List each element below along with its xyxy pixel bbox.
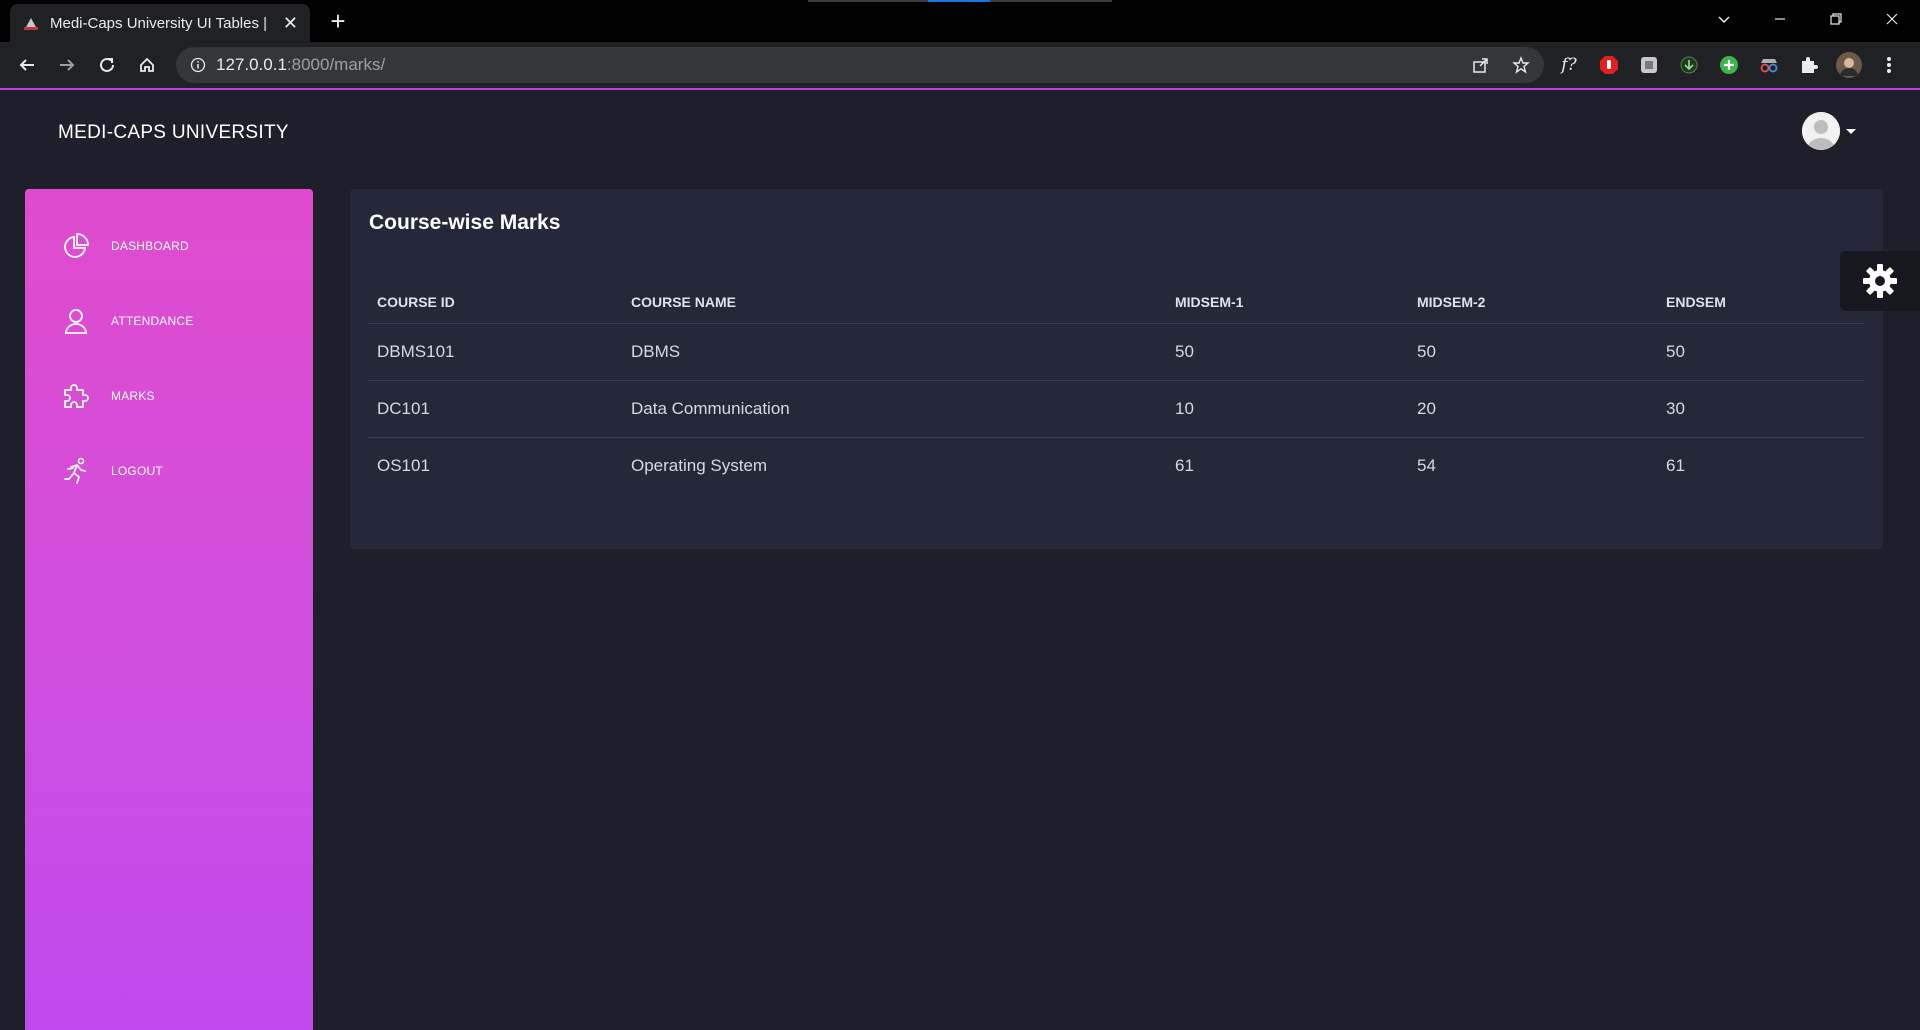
- marks-table: COURSE ID COURSE NAME MIDSEM-1 MIDSEM-2 …: [368, 281, 1865, 494]
- table-row: DC101 Data Communication 10 20 30: [368, 380, 1865, 438]
- close-window-icon[interactable]: [1864, 0, 1920, 38]
- back-icon[interactable]: [7, 47, 47, 83]
- sidebar: DASHBOARD ATTENDANCE MARKS LOGOUT: [25, 189, 313, 1030]
- site-favicon-icon: [22, 14, 40, 32]
- window-controls: [1696, 0, 1920, 42]
- midsem-1-cell: 61: [1175, 455, 1194, 475]
- column-header-course-id: COURSE ID: [368, 281, 622, 324]
- pie-chart-icon: [61, 231, 91, 261]
- home-icon[interactable]: [127, 47, 167, 83]
- midsem-2-cell: 54: [1417, 455, 1436, 475]
- midsem-1-cell: 10: [1166, 380, 1408, 438]
- address-bar[interactable]: 127.0.0.1:8000/marks/: [176, 47, 1544, 83]
- user-menu[interactable]: [1802, 112, 1856, 150]
- course-name-cell: Operating System: [631, 455, 768, 475]
- endsem-cell: 30: [1657, 380, 1865, 438]
- sidebar-item-attendance[interactable]: ATTENDANCE: [61, 306, 193, 336]
- settings-button[interactable]: [1840, 251, 1920, 311]
- extensions-area: f?: [1556, 50, 1902, 80]
- endsem-cell: 50: [1657, 323, 1865, 381]
- sidebar-item-logout[interactable]: LOGOUT: [61, 456, 163, 486]
- sidebar-item-label: MARKS: [111, 389, 155, 403]
- tab-strip-accent: [928, 0, 990, 2]
- midsem-2-cell: 20: [1408, 380, 1657, 438]
- font-extension-icon[interactable]: f?: [1556, 52, 1582, 78]
- reload-icon[interactable]: [87, 47, 127, 83]
- midsem-2-cell: 50: [1408, 323, 1657, 381]
- marks-card: Course-wise Marks COURSE ID COURSE NAME …: [350, 189, 1883, 549]
- table-header-row: COURSE ID COURSE NAME MIDSEM-1 MIDSEM-2 …: [368, 281, 1865, 324]
- url-host: 127.0.0.1: [216, 55, 287, 74]
- sidebar-item-label: LOGOUT: [111, 464, 163, 478]
- url-path: :8000/marks/: [286, 55, 386, 74]
- tab-search-icon[interactable]: [1696, 0, 1752, 38]
- browser-tab[interactable]: Medi-Caps University UI Tables | ✕: [10, 4, 310, 42]
- bookmark-star-icon[interactable]: [1512, 56, 1530, 74]
- restore-icon[interactable]: [1808, 0, 1864, 38]
- course-name-cell: DBMS: [622, 323, 1166, 381]
- forward-icon[interactable]: [47, 47, 87, 83]
- course-name-cell: Data Communication: [622, 380, 1166, 438]
- minimize-icon[interactable]: [1752, 0, 1808, 38]
- tab-title: Medi-Caps University UI Tables |: [50, 14, 268, 32]
- user-avatar[interactable]: [1802, 112, 1840, 150]
- table-row: DBMS101 DBMS 50 50 50: [368, 323, 1865, 381]
- document-extension-icon[interactable]: [1636, 52, 1662, 78]
- puzzle-icon: [61, 381, 91, 411]
- new-tab-button[interactable]: +: [324, 8, 352, 36]
- sidebar-item-label: ATTENDANCE: [111, 314, 194, 328]
- endsem-cell: 61: [1666, 455, 1685, 475]
- user-icon: [61, 306, 91, 336]
- course-id-cell: DC101: [368, 380, 622, 438]
- browser-toolbar: 127.0.0.1:8000/marks/ f?: [0, 42, 1920, 88]
- column-header-endsem: ENDSEM: [1657, 281, 1865, 324]
- brand-title[interactable]: MEDI-CAPS UNIVERSITY: [58, 122, 289, 144]
- puzzle-extensions-icon[interactable]: [1796, 52, 1822, 78]
- share-icon[interactable]: [1472, 56, 1490, 74]
- table-row: OS101 Operating System 61 54 61: [368, 437, 1865, 494]
- add-extension-icon[interactable]: [1716, 52, 1742, 78]
- card-title: Course-wise Marks: [369, 211, 561, 234]
- spy-extension-icon[interactable]: [1756, 52, 1782, 78]
- browser-menu-icon[interactable]: [1876, 52, 1902, 78]
- chevron-down-icon: [1846, 128, 1856, 134]
- midsem-1-cell: 50: [1166, 323, 1408, 381]
- gear-icon: [1862, 263, 1898, 299]
- running-person-icon: [61, 456, 91, 486]
- column-header-midsem-2: MIDSEM-2: [1408, 281, 1657, 324]
- course-id-cell: DBMS101: [368, 323, 622, 381]
- sidebar-item-dashboard[interactable]: DASHBOARD: [61, 231, 189, 261]
- column-header-course-name: COURSE NAME: [622, 281, 1166, 324]
- sidebar-item-marks[interactable]: MARKS: [61, 381, 155, 411]
- column-header-midsem-1: MIDSEM-1: [1166, 281, 1408, 324]
- page-body: MEDI-CAPS UNIVERSITY DASHBOARD ATTENDANC…: [0, 90, 1920, 1030]
- download-extension-icon[interactable]: [1676, 52, 1702, 78]
- sidebar-item-label: DASHBOARD: [111, 239, 189, 253]
- tab-close-icon[interactable]: ✕: [283, 13, 298, 34]
- course-id-cell: OS101: [377, 455, 430, 475]
- browser-tab-bar: Medi-Caps University UI Tables | ✕ +: [0, 0, 1920, 42]
- adblock-extension-icon[interactable]: [1596, 52, 1622, 78]
- site-info-icon[interactable]: [190, 57, 206, 73]
- profile-avatar-icon[interactable]: [1836, 52, 1862, 78]
